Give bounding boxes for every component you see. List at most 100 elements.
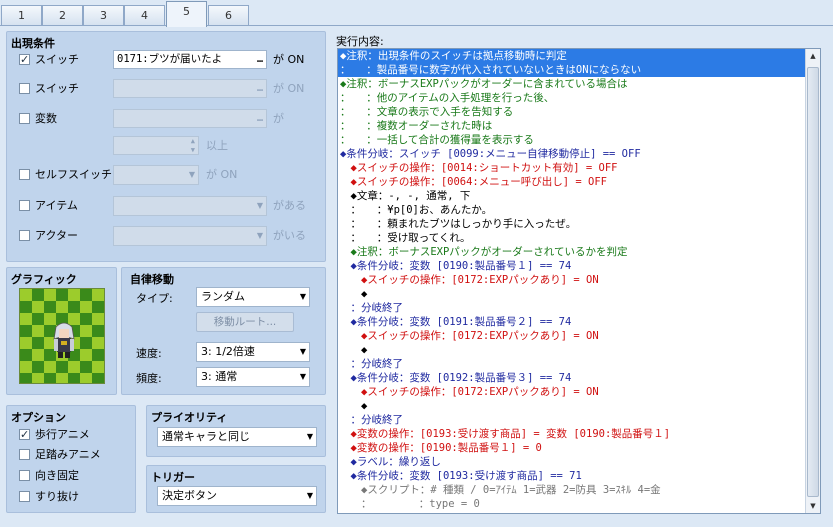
command-line[interactable]: ： ：複数オーダーされた時は — [338, 119, 820, 133]
speed-label: 速度: — [136, 347, 162, 360]
tab-1[interactable]: 1 — [1, 5, 42, 25]
tab-6[interactable]: 6 — [208, 5, 249, 25]
tab-4[interactable]: 4 — [124, 5, 165, 25]
switch2-row: スイッチ … が ON — [7, 79, 327, 99]
scroll-up-icon[interactable]: ▲ — [806, 49, 820, 63]
selfswitch-checkbox[interactable] — [19, 169, 30, 180]
command-text: ◆条件分岐：スイッチ [0099:メニュー自律移動停止] == OFF — [340, 148, 641, 160]
command-line[interactable]: ：分岐終了 — [338, 413, 820, 427]
command-line[interactable]: ◆注釈：ボーナスEXPパックがオーダーされているかを判定 — [338, 245, 820, 259]
command-text: ◆ — [340, 344, 368, 356]
option-walking-anim[interactable]: 歩行アニメ — [7, 425, 135, 445]
switch1-checkbox[interactable] — [19, 50, 30, 70]
command-line[interactable]: ： ：一括して合計の獲得量を表示する — [338, 133, 820, 147]
option-direction-fix[interactable]: 向き固定 — [7, 466, 135, 486]
autonomous-movement-panel: 自律移動 タイプ: ランダム ▼ 移動ルート... 速度: 3: 1/2倍速 ▼ 頻… — [121, 267, 326, 395]
command-line[interactable]: ◆注釈：出現条件のスイッチは拠点移動時に判定 — [338, 49, 820, 63]
chevron-down-icon: ▼ — [299, 372, 306, 381]
command-line[interactable]: ◆ラベル：繰り返し — [338, 455, 820, 469]
command-line[interactable]: ◆スイッチの操作：[0172:EXPパックあり] = ON — [338, 385, 820, 399]
command-line[interactable]: ◆スイッチの操作：[0014:ショートカット有効] = OFF — [338, 161, 820, 175]
command-text: ： ：他のアイテムの入手処理を行った後、 — [340, 92, 555, 104]
command-line[interactable]: ◆ — [338, 343, 820, 357]
tab-3[interactable]: 3 — [83, 5, 124, 25]
command-line[interactable]: ◆文章：-, -, 通常, 下 — [338, 189, 820, 203]
variable-value-spinner: ▲ ▼ — [113, 136, 199, 155]
command-line[interactable]: ◆変数の操作：[0193:受け渡す商品] = 変数 [0190:製品番号１] — [338, 427, 820, 441]
event-command-list[interactable]: ◆注釈：出現条件のスイッチは拠点移動時に判定 ： ：製品番号に数字が代入されていな… — [337, 48, 821, 514]
switch1-more-button[interactable]: … — [257, 51, 263, 68]
vertical-scrollbar[interactable]: ▲ ▼ — [805, 49, 820, 513]
trigger-panel: トリガー 決定ボタン ▼ — [146, 465, 326, 513]
command-line[interactable]: ◆条件分岐：変数 [0193:受け渡す商品] == 71 — [338, 469, 820, 483]
scroll-down-icon[interactable]: ▼ — [806, 499, 820, 513]
priority-value: 通常キャラと同じ — [162, 430, 250, 443]
command-text: ◆変数の操作：[0190:製品番号１] = 0 — [340, 442, 542, 454]
tab-2[interactable]: 2 — [42, 5, 83, 25]
selfswitch-suffix: が ON — [206, 168, 238, 181]
command-line[interactable]: ◆スイッチの操作：[0064:メニュー呼び出し] = OFF — [338, 175, 820, 189]
command-text: ◆変数の操作：[0193:受け渡す商品] = 変数 [0190:製品番号１] — [340, 428, 671, 440]
frequency-select[interactable]: 3: 通常 ▼ — [196, 367, 310, 387]
command-text: ◆スイッチの操作：[0172:EXPパックあり] = ON — [340, 386, 599, 398]
chevron-down-icon: ▼ — [306, 491, 313, 500]
chevron-down-icon: ▼ — [188, 170, 195, 179]
speed-select[interactable]: 3: 1/2倍速 ▼ — [196, 342, 310, 362]
command-text: ： ：type = 0 — [340, 498, 480, 510]
option-through[interactable]: すり抜け — [7, 487, 135, 507]
chevron-down-icon: ▼ — [299, 292, 306, 301]
scroll-thumb[interactable] — [807, 67, 819, 497]
command-line[interactable]: ◆条件分岐：変数 [0190:製品番号１] == 74 — [338, 259, 820, 273]
chevron-down-icon: ▼ — [306, 432, 313, 441]
direction-fix-checkbox[interactable] — [19, 470, 30, 481]
stepping-anim-checkbox[interactable] — [19, 449, 30, 460]
command-line[interactable]: ：分岐終了 — [338, 357, 820, 371]
command-line[interactable]: ◆ — [338, 399, 820, 413]
item-row: アイテム ▼ がある — [7, 196, 327, 216]
command-line[interactable]: ◆スクリプト：# 種類 / 0=ｱｲﾃﾑ 1=武器 2=防具 3=ｽｷﾙ 4=金 — [338, 483, 820, 497]
command-line[interactable]: ： ：他のアイテムの入手処理を行った後、 — [338, 91, 820, 105]
tab-5[interactable]: 5 — [166, 1, 207, 27]
variable-value-row: ▲ ▼ 以上 — [7, 136, 327, 156]
chevron-down-icon: ▼ — [256, 201, 263, 210]
options-panel: オプション 歩行アニメ 足踏みアニメ 向き固定 すり抜け — [6, 405, 136, 513]
command-line[interactable]: ：分岐終了 — [338, 301, 820, 315]
trigger-select[interactable]: 決定ボタン ▼ — [157, 486, 317, 506]
command-line[interactable]: ： ：¥p[0]お、あんたか。 — [338, 203, 820, 217]
priority-select[interactable]: 通常キャラと同じ ▼ — [157, 427, 317, 447]
command-line[interactable]: ： ：文章の表示で入手を告知する — [338, 105, 820, 119]
command-line[interactable]: ◆ — [338, 287, 820, 301]
command-line[interactable]: ◆条件分岐：スイッチ [0099:メニュー自律移動停止] == OFF — [338, 147, 820, 161]
command-line[interactable]: ◆変数の操作：[0190:製品番号１] = 0 — [338, 441, 820, 455]
priority-panel: プライオリティ 通常キャラと同じ ▼ — [146, 405, 326, 457]
command-line[interactable]: ： ：受け取ってくれ。 — [338, 231, 820, 245]
direction-fix-label: 向き固定 — [35, 469, 79, 482]
command-line[interactable]: ◆条件分岐：変数 [0191:製品番号２] == 74 — [338, 315, 820, 329]
chevron-down-icon: ▼ — [299, 347, 306, 356]
command-text: ： ：製品番号に数字が代入されていないときはONにならない — [340, 64, 642, 76]
command-text: ：分岐終了 — [340, 414, 403, 426]
command-line[interactable]: ◆スイッチの操作：[0172:EXPパックあり] = ON — [338, 273, 820, 287]
item-checkbox[interactable] — [19, 200, 30, 211]
command-line[interactable]: ◆注釈：ボーナスEXPパックがオーダーに含まれている場合は — [338, 77, 820, 91]
command-line[interactable]: ◆条件分岐：変数 [0192:製品番号３] == 74 — [338, 371, 820, 385]
command-line[interactable]: ： ：頼まれたブツはしっかり手に入ったぜ。 — [338, 217, 820, 231]
switch2-checkbox[interactable] — [19, 83, 30, 94]
actor-checkbox[interactable] — [19, 230, 30, 241]
through-checkbox[interactable] — [19, 491, 30, 502]
switch1-field[interactable]: 0171:ブツが届いたよ… — [113, 50, 267, 69]
command-text: ◆ラベル：繰り返し — [340, 456, 441, 468]
command-line[interactable]: ◆スイッチの操作：[0172:EXPパックあり] = ON — [338, 329, 820, 343]
contents-title: 実行内容: — [336, 35, 384, 48]
variable-checkbox[interactable] — [19, 113, 30, 124]
option-stepping-anim[interactable]: 足踏みアニメ — [7, 445, 135, 465]
switch1-suffix: が ON — [273, 53, 305, 66]
character-graphic[interactable] — [19, 288, 105, 384]
movement-type-select[interactable]: ランダム ▼ — [196, 287, 310, 307]
command-line[interactable]: ： ：type = 0 — [338, 497, 820, 511]
command-line[interactable]: ： ：製品番号に数字が代入されていないときはONにならない — [338, 63, 820, 77]
command-text: ◆条件分岐：変数 [0190:製品番号１] == 74 — [340, 260, 572, 272]
command-text: ： ：一括して合計の獲得量を表示する — [340, 134, 534, 146]
walking-anim-checkbox[interactable] — [19, 425, 30, 445]
walking-anim-label: 歩行アニメ — [35, 428, 90, 441]
